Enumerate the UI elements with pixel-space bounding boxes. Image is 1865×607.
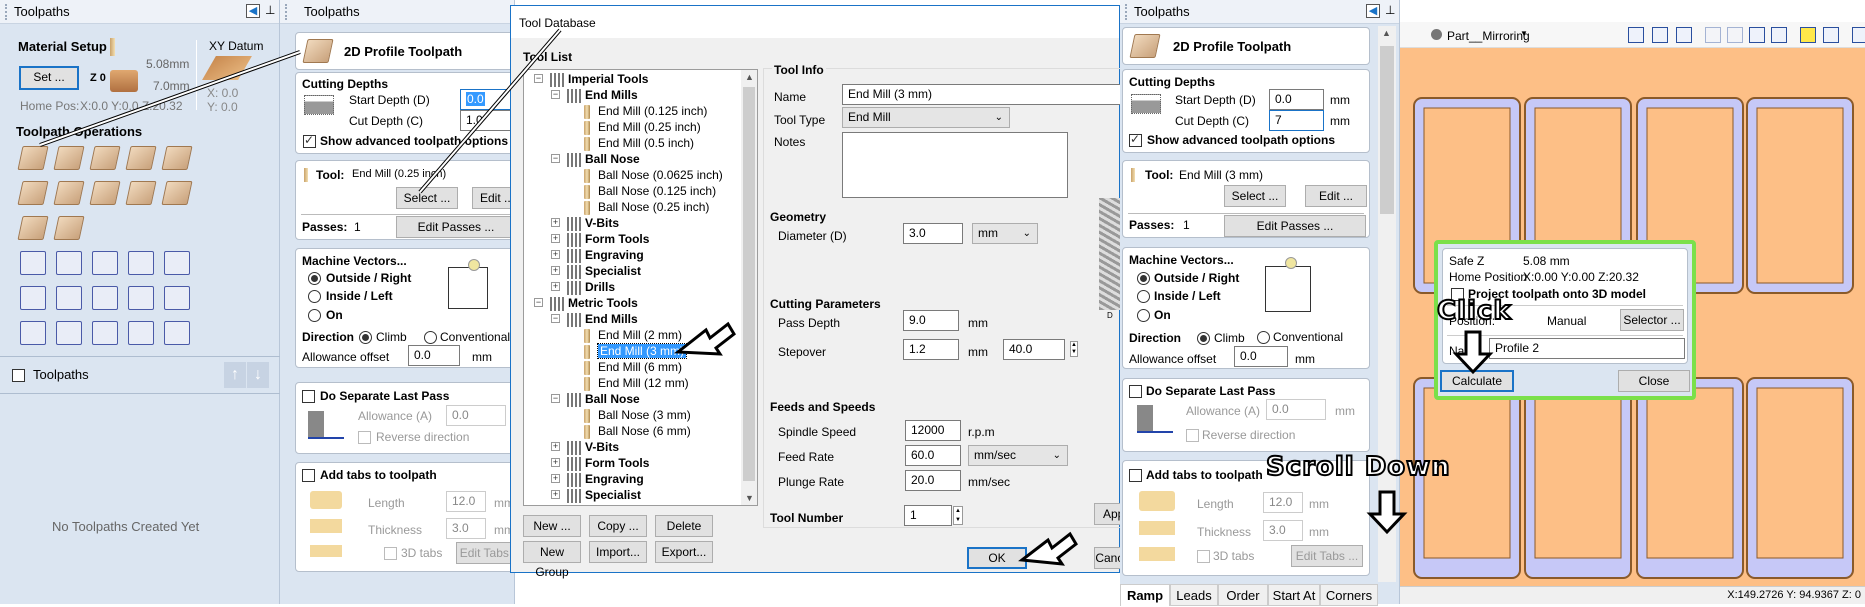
- tutorial-arrows: [39, 28, 1494, 566]
- pointer-arrow-end-mill: [673, 321, 736, 356]
- click-annotation: Click: [1436, 295, 1512, 327]
- pointer-arrow-scroll: [1366, 490, 1408, 535]
- scroll-down-annotation: Scroll Down: [1265, 451, 1451, 483]
- pointer-arrow-ok: [1018, 531, 1078, 566]
- pointer-arrow-calculate: [1452, 330, 1494, 375]
